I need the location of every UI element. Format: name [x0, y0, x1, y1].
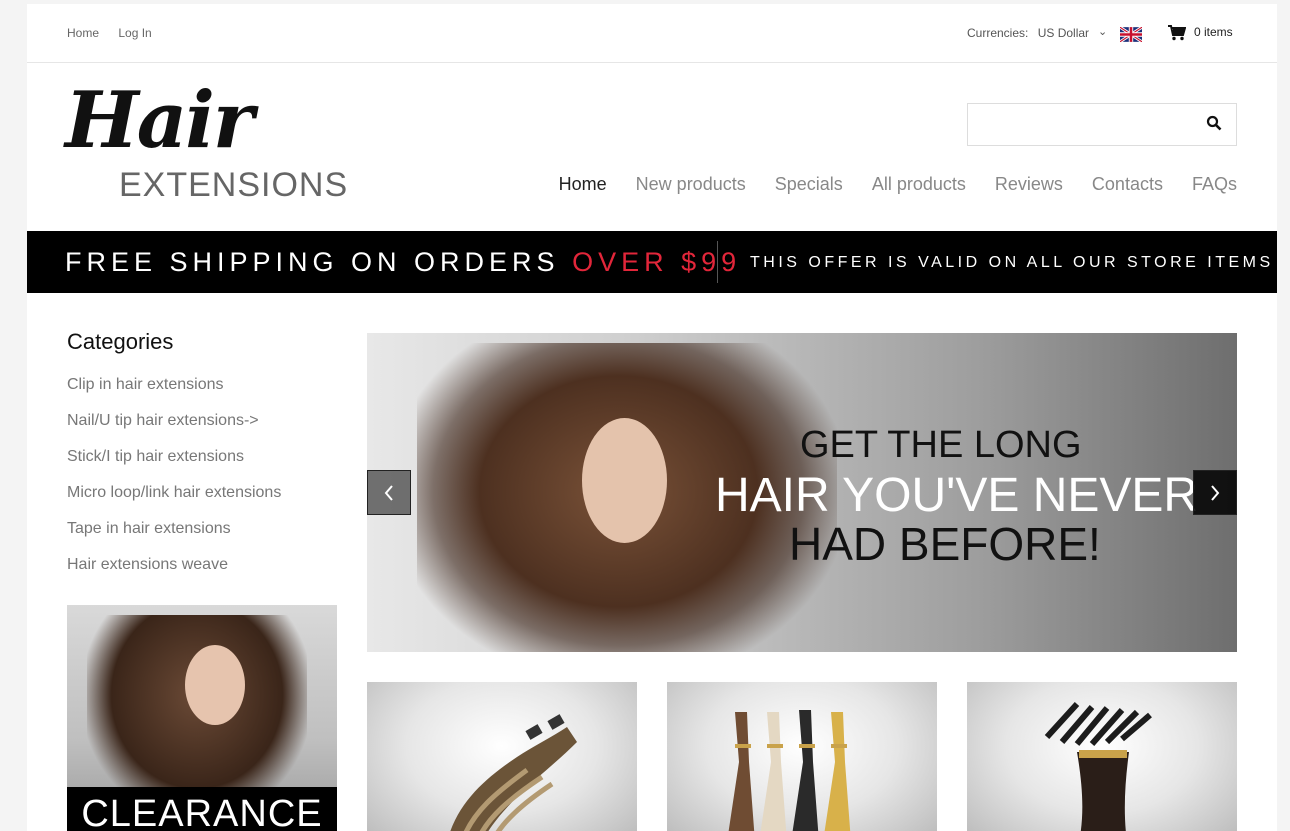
search-icon[interactable]	[1206, 115, 1222, 131]
promo-model-face	[185, 645, 245, 725]
category-item-clip-in[interactable]: Clip in hair extensions	[67, 376, 281, 412]
banner-divider	[717, 241, 718, 283]
logo-hair[interactable]: Hair	[65, 82, 254, 160]
currency-label: Currencies:	[967, 26, 1029, 40]
nav-reviews[interactable]: Reviews	[995, 174, 1063, 194]
clip-in-wavy-hair-image	[450, 714, 577, 831]
product-card-clip-in[interactable]	[367, 682, 637, 831]
main-nav: Home New products Specials All products …	[535, 174, 1237, 195]
chevron-down-icon: ⌄	[1098, 26, 1108, 38]
banner-shipping-text: FREE SHIPPING ON ORDERS	[65, 247, 573, 277]
slide-headline-line2: HAIR YOU'VE NEVER	[715, 469, 1199, 522]
slider-prev-button[interactable]	[367, 470, 411, 515]
category-item-stick-i-tip[interactable]: Stick/I tip hair extensions	[67, 448, 281, 484]
category-item-micro-loop[interactable]: Micro loop/link hair extensions	[67, 484, 281, 520]
cart-button[interactable]: 0 items	[1168, 25, 1233, 41]
nav-faqs[interactable]: FAQs	[1192, 174, 1237, 194]
top-link-login[interactable]: Log In	[118, 26, 151, 40]
chevron-left-icon	[384, 484, 393, 501]
banner-offer-text: THIS OFFER IS VALID ON ALL OUR STORE ITE…	[750, 254, 1274, 271]
hero-slider[interactable]: GET THE LONG HAIR YOU'VE NEVER HAD BEFOR…	[367, 333, 1237, 652]
page: Home Log In Currencies: US Dollar ⌄ 0 it…	[27, 4, 1277, 831]
nav-new-products[interactable]: New products	[636, 174, 746, 194]
currency-selector[interactable]: Currencies: US Dollar ⌄	[967, 26, 1107, 40]
category-item-tape-in[interactable]: Tape in hair extensions	[67, 520, 281, 556]
top-link-home[interactable]: Home	[67, 26, 99, 40]
nav-home[interactable]: Home	[559, 174, 607, 194]
top-bar: Home Log In Currencies: US Dollar ⌄ 0 it…	[27, 4, 1277, 63]
logo-extensions[interactable]: EXTENSIONS	[119, 168, 348, 202]
category-item-weave[interactable]: Hair extensions weave	[67, 556, 281, 592]
banner-left-text: FREE SHIPPING ON ORDERS OVER $99	[65, 247, 741, 278]
slide-headline-line1: GET THE LONG	[800, 424, 1082, 466]
product-card-i-tip[interactable]	[967, 682, 1237, 831]
slider-next-button[interactable]	[1193, 470, 1237, 515]
u-tip-hair-bundles-image	[728, 710, 851, 831]
product-card-u-tip[interactable]	[667, 682, 937, 831]
i-tip-hair-bundle-image	[1044, 701, 1152, 831]
clearance-promo[interactable]: CLEARANCE	[67, 605, 337, 831]
category-list: Clip in hair extensions Nail/U tip hair …	[67, 376, 281, 592]
nav-contacts[interactable]: Contacts	[1092, 174, 1163, 194]
cart-icon	[1168, 25, 1187, 41]
categories-title: Categories	[67, 329, 174, 354]
currency-value: US Dollar	[1037, 26, 1090, 40]
top-links: Home Log In	[67, 26, 168, 40]
banner-highlight: OVER $99	[572, 247, 742, 277]
nav-all-products[interactable]: All products	[872, 174, 966, 194]
category-item-nail-u-tip[interactable]: Nail/U tip hair extensions->	[67, 412, 281, 448]
clearance-label: CLEARANCE	[67, 787, 337, 831]
shipping-banner: FREE SHIPPING ON ORDERS OVER $99 THIS OF…	[27, 231, 1277, 293]
nav-specials[interactable]: Specials	[775, 174, 843, 194]
hero-model-face	[582, 418, 667, 543]
chevron-right-icon	[1211, 484, 1220, 501]
slide-headline-line3: HAD BEFORE!	[789, 518, 1101, 570]
search-input[interactable]	[967, 103, 1237, 146]
uk-flag-icon[interactable]	[1120, 27, 1142, 42]
cart-count: 0 items	[1194, 25, 1233, 40]
